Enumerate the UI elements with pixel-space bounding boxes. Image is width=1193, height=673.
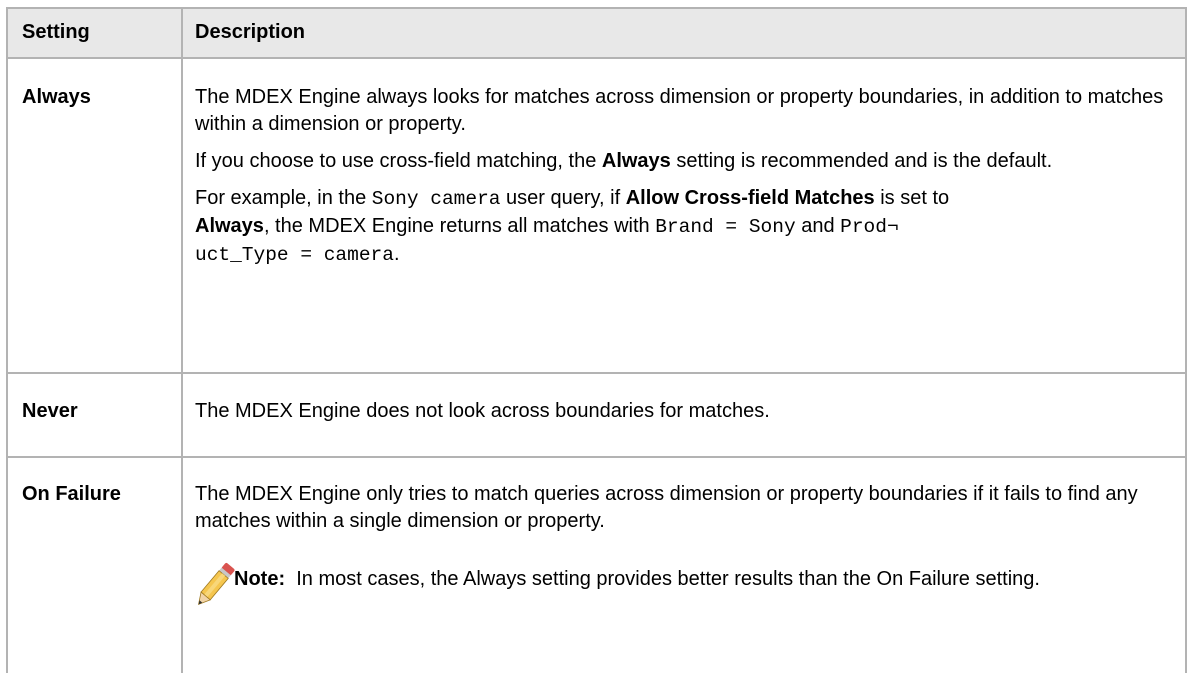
note-text: In most cases, the Always setting provid… bbox=[296, 568, 1040, 590]
table-border-left bbox=[6, 7, 8, 673]
table-border-middle bbox=[181, 7, 183, 673]
settings-table: Setting Description Always The MDEX Engi… bbox=[0, 0, 1193, 673]
note: Note: In most cases, the Always setting … bbox=[234, 566, 1164, 593]
table-border-row2 bbox=[6, 456, 1187, 458]
header-setting: Setting bbox=[22, 21, 90, 43]
always-paragraph-1: The MDEX Engine always looks for matches… bbox=[195, 86, 1164, 135]
table-border-row1 bbox=[6, 372, 1187, 374]
table-header-row bbox=[6, 8, 1187, 58]
header-description: Description bbox=[195, 21, 306, 43]
note-label: Note: bbox=[234, 568, 286, 590]
setting-always: Always bbox=[22, 86, 91, 108]
setting-on-failure: On Failure bbox=[22, 483, 121, 505]
description-never: The MDEX Engine does not look across bou… bbox=[195, 400, 770, 422]
table-border-header bbox=[6, 57, 1187, 59]
always-paragraph-3: For example, in the Sony camera user que… bbox=[195, 187, 950, 266]
always-paragraph-2: If you choose to use cross-field matchin… bbox=[195, 150, 1053, 172]
table-border-right bbox=[1185, 7, 1187, 673]
description-on-failure: The MDEX Engine only tries to match quer… bbox=[195, 483, 1138, 532]
table-border-top bbox=[6, 7, 1187, 9]
pencil-icon bbox=[198, 563, 235, 606]
description-always: The MDEX Engine always looks for matches… bbox=[195, 84, 1175, 269]
setting-never: Never bbox=[22, 400, 78, 422]
